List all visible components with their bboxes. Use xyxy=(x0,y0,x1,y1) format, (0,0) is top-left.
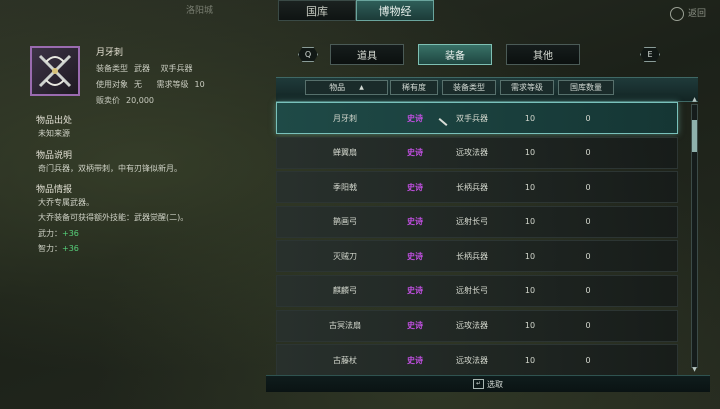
scroll-down-icon[interactable]: ▼ xyxy=(691,366,698,373)
desc-text: 奇门兵器，双柄带刺，中有刃锋似新月。 xyxy=(38,164,182,173)
tab-items[interactable]: 道具 xyxy=(330,44,404,65)
location-text: 洛阳城 xyxy=(186,6,214,16)
scrollbar-thumb[interactable] xyxy=(692,120,697,152)
scroll-up-icon[interactable]: ▲ xyxy=(691,96,698,103)
table-row[interactable]: 麒麟弓 史诗 远射长弓 10 0 xyxy=(276,274,678,307)
category-tabs: 道具 装备 其他 xyxy=(330,44,580,65)
back-label: 返回 xyxy=(687,9,706,19)
item-icon xyxy=(30,46,80,96)
item-name: 月牙刺 xyxy=(96,48,124,58)
table-row[interactable]: 蝉翼扇 史诗 远攻法器 10 0 xyxy=(276,136,678,169)
tab-treasury[interactable]: 国库 xyxy=(278,0,356,21)
table-row[interactable]: 灭贼刀 史诗 长柄兵器 10 0 xyxy=(276,240,678,273)
tab-museum[interactable]: 博物经 xyxy=(356,0,434,21)
table-row[interactable]: 古藤杖 史诗 远攻法器 10 0 xyxy=(276,344,678,377)
crossed-blades-icon xyxy=(38,54,72,88)
col-stock[interactable]: 国库数量 xyxy=(558,80,614,95)
stat-strength: 武力：+36 xyxy=(38,229,79,238)
table-row[interactable]: 鹊画弓 史诗 远射长弓 10 0 xyxy=(276,205,678,238)
sort-arrow-icon: ▲ xyxy=(359,84,364,91)
select-label: 选取 xyxy=(487,379,503,389)
col-equip-type[interactable]: 装备类型 xyxy=(442,80,496,95)
user-row: 使用对象无 需求等级 10 xyxy=(96,80,205,89)
tab-other[interactable]: 其他 xyxy=(506,44,580,65)
col-item[interactable]: 物品 ▲ xyxy=(305,80,388,95)
prev-category-key[interactable]: Q xyxy=(298,47,318,62)
col-level[interactable]: 需求等级 xyxy=(500,80,554,95)
info-title: 物品情报 xyxy=(36,185,73,195)
table-row[interactable]: 古冥法扇 史诗 远攻法器 10 0 xyxy=(276,309,678,342)
price-row: 贩卖价 20,000 xyxy=(96,96,154,105)
next-category-key[interactable]: E xyxy=(640,47,660,62)
stat-intellect: 智力：+36 xyxy=(38,244,79,253)
table-row[interactable]: 季阳戟 史诗 长柄兵器 10 0 xyxy=(276,171,678,204)
desc-title: 物品说明 xyxy=(36,151,73,161)
top-tab-bar: 国库 博物经 xyxy=(278,0,434,21)
back-control[interactable]: 返回 xyxy=(669,6,706,21)
origin-title: 物品出处 xyxy=(36,116,73,126)
footer-hint[interactable]: ↵ 选取 xyxy=(266,375,710,392)
item-list: 月牙刺 史诗 双手兵器 10 0 蝉翼扇 史诗 远攻法器 10 0 季阳戟 史诗 长柄兵器 10… xyxy=(276,102,678,379)
enter-key-icon: ↵ xyxy=(473,379,484,389)
info-line-1: 大乔专属武器。 xyxy=(38,198,94,207)
col-rarity[interactable]: 稀有度 xyxy=(390,80,438,95)
origin-text: 未知来源 xyxy=(38,129,70,138)
tab-equipment[interactable]: 装备 xyxy=(418,44,492,65)
table-row[interactable]: 月牙刺 史诗 双手兵器 10 0 xyxy=(276,102,678,134)
info-line-2: 大乔装备可获得额外技能：武器觉醒(二)。 xyxy=(38,213,189,222)
equip-type-row: 装备类型 武器 双手兵器 xyxy=(96,64,193,73)
back-key-icon xyxy=(669,6,684,21)
